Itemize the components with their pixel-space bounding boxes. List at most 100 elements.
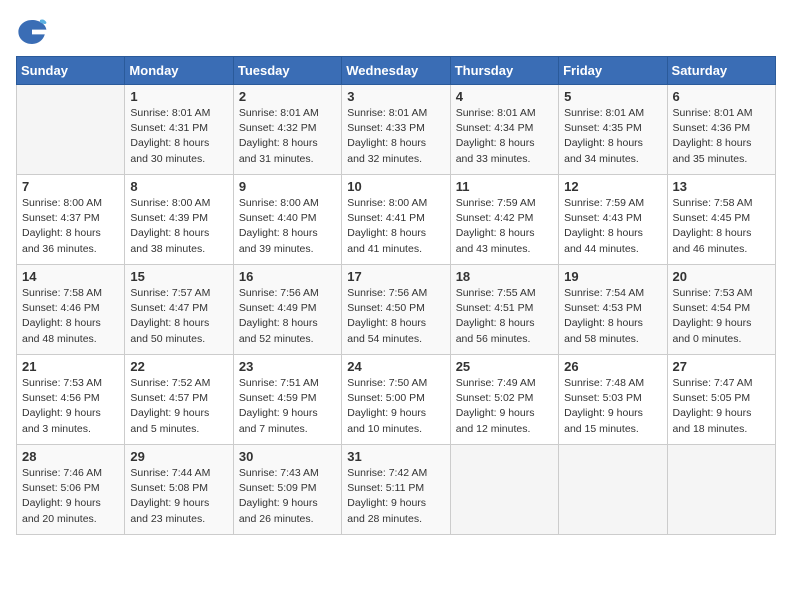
day-number: 19	[564, 269, 661, 284]
day-number: 25	[456, 359, 553, 374]
day-info: Sunrise: 7:59 AMSunset: 4:43 PMDaylight:…	[564, 196, 661, 257]
calendar-cell	[559, 445, 667, 535]
calendar-cell: 8 Sunrise: 8:00 AMSunset: 4:39 PMDaylight…	[125, 175, 233, 265]
day-info: Sunrise: 7:51 AMSunset: 4:59 PMDaylight:…	[239, 376, 336, 437]
day-info: Sunrise: 8:01 AMSunset: 4:35 PMDaylight:…	[564, 106, 661, 167]
day-info: Sunrise: 7:49 AMSunset: 5:02 PMDaylight:…	[456, 376, 553, 437]
day-info: Sunrise: 7:59 AMSunset: 4:42 PMDaylight:…	[456, 196, 553, 257]
day-info: Sunrise: 7:50 AMSunset: 5:00 PMDaylight:…	[347, 376, 444, 437]
day-number: 13	[673, 179, 770, 194]
day-number: 7	[22, 179, 119, 194]
calendar-cell: 24 Sunrise: 7:50 AMSunset: 5:00 PMDayligh…	[342, 355, 450, 445]
day-number: 14	[22, 269, 119, 284]
day-number: 20	[673, 269, 770, 284]
weekday-header-saturday: Saturday	[667, 57, 775, 85]
calendar-cell	[17, 85, 125, 175]
week-row-2: 7 Sunrise: 8:00 AMSunset: 4:37 PMDaylight…	[17, 175, 776, 265]
day-number: 24	[347, 359, 444, 374]
day-number: 27	[673, 359, 770, 374]
calendar-cell: 16 Sunrise: 7:56 AMSunset: 4:49 PMDayligh…	[233, 265, 341, 355]
calendar-cell: 17 Sunrise: 7:56 AMSunset: 4:50 PMDayligh…	[342, 265, 450, 355]
day-info: Sunrise: 8:01 AMSunset: 4:34 PMDaylight:…	[456, 106, 553, 167]
calendar-cell: 7 Sunrise: 8:00 AMSunset: 4:37 PMDaylight…	[17, 175, 125, 265]
day-number: 31	[347, 449, 444, 464]
day-info: Sunrise: 8:01 AMSunset: 4:32 PMDaylight:…	[239, 106, 336, 167]
calendar-cell: 30 Sunrise: 7:43 AMSunset: 5:09 PMDayligh…	[233, 445, 341, 535]
day-number: 22	[130, 359, 227, 374]
day-number: 12	[564, 179, 661, 194]
day-number: 5	[564, 89, 661, 104]
calendar-cell: 31 Sunrise: 7:42 AMSunset: 5:11 PMDayligh…	[342, 445, 450, 535]
page-header	[16, 16, 776, 48]
day-number: 8	[130, 179, 227, 194]
day-info: Sunrise: 7:58 AMSunset: 4:45 PMDaylight:…	[673, 196, 770, 257]
weekday-header-friday: Friday	[559, 57, 667, 85]
calendar-cell: 29 Sunrise: 7:44 AMSunset: 5:08 PMDayligh…	[125, 445, 233, 535]
day-info: Sunrise: 8:00 AMSunset: 4:40 PMDaylight:…	[239, 196, 336, 257]
calendar-table: SundayMondayTuesdayWednesdayThursdayFrid…	[16, 56, 776, 535]
weekday-header-thursday: Thursday	[450, 57, 558, 85]
calendar-cell: 1Sunrise: 8:01 AMSunset: 4:31 PMDaylight…	[125, 85, 233, 175]
calendar-cell: 15 Sunrise: 7:57 AMSunset: 4:47 PMDayligh…	[125, 265, 233, 355]
day-info: Sunrise: 7:56 AMSunset: 4:49 PMDaylight:…	[239, 286, 336, 347]
week-row-3: 14 Sunrise: 7:58 AMSunset: 4:46 PMDayligh…	[17, 265, 776, 355]
calendar-cell: 12 Sunrise: 7:59 AMSunset: 4:43 PMDayligh…	[559, 175, 667, 265]
calendar-cell: 13 Sunrise: 7:58 AMSunset: 4:45 PMDayligh…	[667, 175, 775, 265]
weekday-header-sunday: Sunday	[17, 57, 125, 85]
calendar-cell: 14 Sunrise: 7:58 AMSunset: 4:46 PMDayligh…	[17, 265, 125, 355]
day-info: Sunrise: 7:57 AMSunset: 4:47 PMDaylight:…	[130, 286, 227, 347]
day-info: Sunrise: 7:53 AMSunset: 4:54 PMDaylight:…	[673, 286, 770, 347]
day-number: 6	[673, 89, 770, 104]
weekday-header-monday: Monday	[125, 57, 233, 85]
day-number: 2	[239, 89, 336, 104]
calendar-cell: 11 Sunrise: 7:59 AMSunset: 4:42 PMDayligh…	[450, 175, 558, 265]
day-number: 28	[22, 449, 119, 464]
day-number: 15	[130, 269, 227, 284]
day-info: Sunrise: 7:48 AMSunset: 5:03 PMDaylight:…	[564, 376, 661, 437]
calendar-cell: 10Sunrise: 8:00 AMSunset: 4:41 PMDayligh…	[342, 175, 450, 265]
day-info: Sunrise: 8:00 AMSunset: 4:39 PMDaylight:…	[130, 196, 227, 257]
day-info: Sunrise: 8:00 AMSunset: 4:37 PMDaylight:…	[22, 196, 119, 257]
calendar-cell: 26 Sunrise: 7:48 AMSunset: 5:03 PMDayligh…	[559, 355, 667, 445]
day-info: Sunrise: 7:53 AMSunset: 4:56 PMDaylight:…	[22, 376, 119, 437]
calendar-cell: 28 Sunrise: 7:46 AMSunset: 5:06 PMDayligh…	[17, 445, 125, 535]
day-info: Sunrise: 7:43 AMSunset: 5:09 PMDaylight:…	[239, 466, 336, 527]
day-number: 3	[347, 89, 444, 104]
logo	[16, 16, 52, 48]
calendar-cell: 3Sunrise: 8:01 AMSunset: 4:33 PMDaylight…	[342, 85, 450, 175]
day-info: Sunrise: 8:00 AMSunset: 4:41 PMDaylight:…	[347, 196, 444, 257]
day-info: Sunrise: 7:55 AMSunset: 4:51 PMDaylight:…	[456, 286, 553, 347]
day-number: 17	[347, 269, 444, 284]
day-number: 21	[22, 359, 119, 374]
calendar-cell: 6 Sunrise: 8:01 AMSunset: 4:36 PMDaylight…	[667, 85, 775, 175]
day-info: Sunrise: 7:54 AMSunset: 4:53 PMDaylight:…	[564, 286, 661, 347]
day-number: 26	[564, 359, 661, 374]
day-number: 23	[239, 359, 336, 374]
calendar-cell: 9 Sunrise: 8:00 AMSunset: 4:40 PMDaylight…	[233, 175, 341, 265]
calendar-cell: 23 Sunrise: 7:51 AMSunset: 4:59 PMDayligh…	[233, 355, 341, 445]
weekday-header-wednesday: Wednesday	[342, 57, 450, 85]
calendar-cell: 22 Sunrise: 7:52 AMSunset: 4:57 PMDayligh…	[125, 355, 233, 445]
day-number: 9	[239, 179, 336, 194]
day-number: 11	[456, 179, 553, 194]
day-info: Sunrise: 7:56 AMSunset: 4:50 PMDaylight:…	[347, 286, 444, 347]
weekday-header-row: SundayMondayTuesdayWednesdayThursdayFrid…	[17, 57, 776, 85]
calendar-cell: 2 Sunrise: 8:01 AMSunset: 4:32 PMDaylight…	[233, 85, 341, 175]
calendar-cell: 20 Sunrise: 7:53 AMSunset: 4:54 PMDayligh…	[667, 265, 775, 355]
calendar-cell: 19 Sunrise: 7:54 AMSunset: 4:53 PMDayligh…	[559, 265, 667, 355]
day-info: Sunrise: 7:42 AMSunset: 5:11 PMDaylight:…	[347, 466, 444, 527]
day-info: Sunrise: 7:52 AMSunset: 4:57 PMDaylight:…	[130, 376, 227, 437]
calendar-cell: 5 Sunrise: 8:01 AMSunset: 4:35 PMDaylight…	[559, 85, 667, 175]
day-number: 29	[130, 449, 227, 464]
day-info: Sunrise: 8:01 AMSunset: 4:36 PMDaylight:…	[673, 106, 770, 167]
day-info: Sunrise: 7:44 AMSunset: 5:08 PMDaylight:…	[130, 466, 227, 527]
day-info: Sunrise: 8:01 AMSunset: 4:31 PMDaylight:…	[130, 106, 227, 167]
week-row-4: 21 Sunrise: 7:53 AMSunset: 4:56 PMDayligh…	[17, 355, 776, 445]
day-info: Sunrise: 7:47 AMSunset: 5:05 PMDaylight:…	[673, 376, 770, 437]
logo-icon	[16, 16, 48, 48]
day-number: 30	[239, 449, 336, 464]
day-number: 16	[239, 269, 336, 284]
week-row-5: 28 Sunrise: 7:46 AMSunset: 5:06 PMDayligh…	[17, 445, 776, 535]
day-info: Sunrise: 7:46 AMSunset: 5:06 PMDaylight:…	[22, 466, 119, 527]
day-info: Sunrise: 7:58 AMSunset: 4:46 PMDaylight:…	[22, 286, 119, 347]
